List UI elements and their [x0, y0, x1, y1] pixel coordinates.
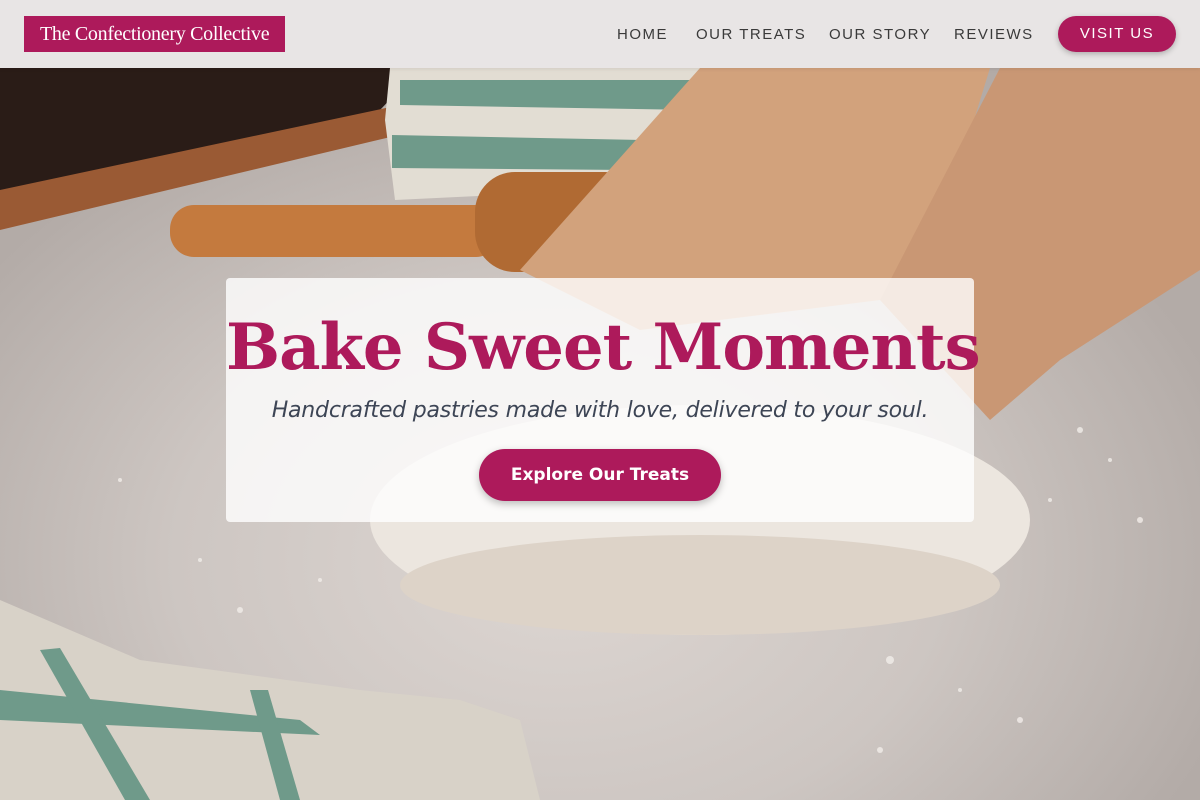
explore-treats-button[interactable]: Explore Our Treats — [479, 449, 721, 501]
top-navbar: The Confectionery Collective HOME OUR TR… — [0, 0, 1200, 68]
brand-logo[interactable]: The Confectionery Collective — [24, 16, 286, 52]
towel-stripe — [400, 80, 700, 110]
nav-link-our-story[interactable]: OUR STORY — [829, 26, 931, 43]
dough-shadow — [400, 535, 1000, 635]
rolling-pin — [170, 205, 500, 257]
hero-subtitle: Handcrafted pastries made with love, del… — [271, 398, 929, 423]
nav-link-reviews[interactable]: REVIEWS — [954, 26, 1034, 43]
nav-link-our-treats[interactable]: OUR TREATS — [696, 26, 806, 43]
nav-link-home[interactable]: HOME — [617, 26, 668, 43]
visit-us-button[interactable]: VISIT US — [1058, 16, 1176, 52]
hero-card: Bake Sweet Moments Handcrafted pastries … — [226, 278, 981, 522]
hero-title: Bake Sweet Moments — [226, 310, 981, 385]
towel-stripe — [392, 135, 640, 170]
